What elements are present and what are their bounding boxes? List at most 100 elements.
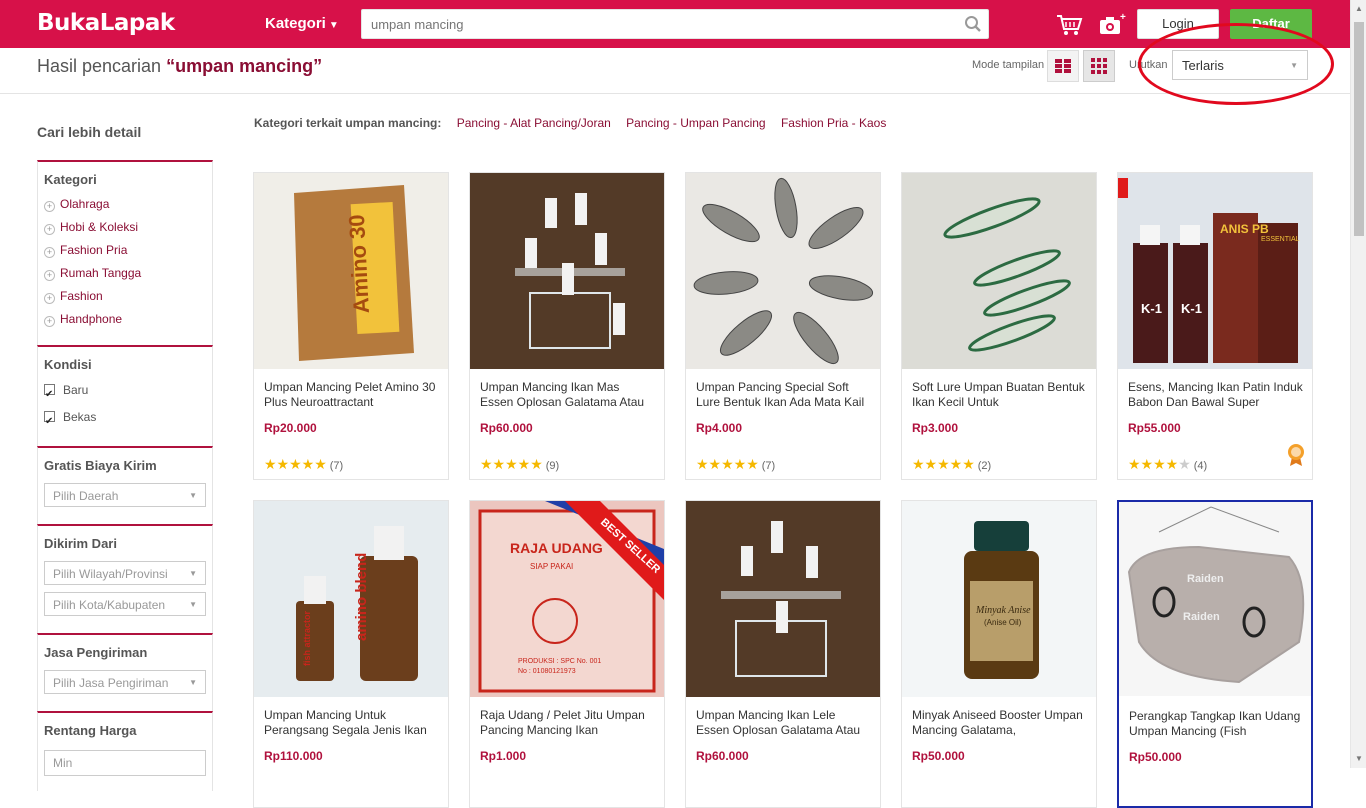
product-image[interactable]: Minyak Anise (Anise Oil) (902, 501, 1096, 697)
watermark-text: Raiden (1187, 573, 1224, 585)
scrollbar-thumb[interactable] (1354, 22, 1364, 236)
chevron-down-icon: ▼ (1290, 61, 1298, 70)
harga-heading: Rentang Harga (44, 723, 137, 738)
kondisi-filter: Kondisi Baru Bekas (37, 345, 213, 446)
review-count: (2) (977, 460, 992, 472)
camera-icon[interactable]: + (1097, 12, 1127, 38)
product-price: Rp4.000 (696, 421, 743, 435)
jasa-heading: Jasa Pengiriman (44, 645, 148, 660)
product-name[interactable]: Umpan Pancing Special Soft Lure Bentuk I… (696, 380, 872, 412)
related-link-kaos[interactable]: Fashion Pria - Kaos (781, 116, 886, 130)
product-name[interactable]: Soft Lure Umpan Buatan Bentuk Ikan Kecil… (912, 380, 1088, 412)
related-link-umpan-pancing[interactable]: Pancing - Umpan Pancing (626, 116, 765, 130)
category-label: Rumah Tangga (60, 266, 142, 280)
login-button[interactable]: Login (1137, 9, 1219, 39)
checkbox-baru[interactable]: Baru (38, 377, 212, 408)
category-label: Handphone (60, 312, 123, 326)
product-name[interactable]: Raja Udang / Pelet Jitu Umpan Pancing Ma… (480, 708, 656, 740)
product-name[interactable]: Esens, Mancing Ikan Patin Induk Babon Da… (1128, 380, 1304, 412)
product-card[interactable]: Umpan Pancing Special Soft Lure Bentuk I… (685, 172, 881, 480)
checkbox-checked-icon[interactable] (44, 408, 55, 435)
search-icon[interactable] (964, 15, 982, 33)
product-image[interactable]: amino blend fish attractor (254, 501, 448, 697)
review-count: (7) (329, 460, 344, 472)
bottle-label: (Anise Oil) (984, 618, 1022, 627)
product-image[interactable]: ANIS PB ESSENTIAL K-1 K-1 (1118, 173, 1312, 369)
category-label: Hobi & Koleksi (60, 220, 139, 234)
jasa-pengiriman-filter: Jasa Pengiriman Pilih Jasa Pengiriman ▼ (37, 633, 213, 711)
sidebar-item-rumah-tangga[interactable]: + Rumah Tangga (38, 262, 212, 285)
list-view-button[interactable] (1047, 50, 1079, 82)
product-price: Rp1.000 (480, 749, 527, 763)
min-price-input[interactable]: Min (44, 750, 206, 776)
product-price: Rp50.000 (912, 749, 965, 763)
sidebar-item-hobi[interactable]: + Hobi & Koleksi (38, 216, 212, 239)
scroll-up-icon[interactable]: ▲ (1355, 4, 1363, 13)
sidebar-item-fashion[interactable]: + Fashion (38, 285, 212, 308)
bukalapak-logo[interactable]: BukaLapak (37, 10, 175, 36)
sort-value: Terlaris (1182, 58, 1224, 73)
product-name[interactable]: Perangkap Tangkap Ikan Udang Umpan Manci… (1129, 709, 1305, 741)
rating-stars: ★★★★★ (7) (264, 456, 344, 472)
page-scrollbar[interactable]: ▲ ▼ (1350, 0, 1366, 768)
product-name[interactable]: Umpan Mancing Ikan Mas Essen Oplosan Gal… (480, 380, 656, 412)
kategori-dropdown[interactable]: Kategori ▼ (265, 15, 339, 32)
kota-select[interactable]: Pilih Kota/Kabupaten ▼ (44, 592, 206, 616)
chevron-down-icon: ▼ (189, 600, 197, 609)
product-card[interactable]: Umpan Mancing Ikan Mas Essen Oplosan Gal… (469, 172, 665, 480)
review-count: (4) (1193, 460, 1208, 472)
plus-icon: + (44, 293, 55, 304)
product-price: Rp55.000 (1128, 421, 1181, 435)
select-value: Pilih Wilayah/Provinsi (53, 567, 168, 581)
product-price: Rp20.000 (264, 421, 317, 435)
product-image[interactable]: RAJA UDANG SIAP PAKAI PRODUKSI : SPC No.… (470, 501, 664, 697)
checkbox-checked-icon[interactable] (44, 381, 55, 408)
search-input[interactable] (362, 10, 942, 38)
grid-view-button[interactable] (1083, 50, 1115, 82)
checkbox-label: Baru (63, 383, 89, 397)
product-card[interactable]: RAJA UDANG SIAP PAKAI PRODUKSI : SPC No.… (469, 500, 665, 808)
shopping-cart-icon[interactable] (1055, 12, 1083, 38)
bottle-label: K-1 (1181, 301, 1202, 316)
product-image[interactable] (470, 173, 664, 369)
product-card[interactable]: Minyak Anise (Anise Oil) Minyak Aniseed … (901, 500, 1097, 808)
product-image[interactable] (902, 173, 1096, 369)
product-card[interactable]: Umpan Mancing Ikan Lele Essen Oplosan Ga… (685, 500, 881, 808)
product-image[interactable] (686, 501, 880, 697)
sort-select[interactable]: Terlaris ▼ (1172, 50, 1308, 80)
product-name[interactable]: Umpan Mancing Untuk Perangsang Segala Je… (264, 708, 440, 740)
sidebar-item-olahraga[interactable]: + Olahraga (38, 193, 212, 216)
product-name[interactable]: Minyak Aniseed Booster Umpan Mancing Gal… (912, 708, 1088, 740)
review-count: (9) (545, 460, 560, 472)
select-value: Pilih Jasa Pengiriman (53, 676, 169, 690)
checkbox-bekas[interactable]: Bekas (38, 404, 212, 435)
bottle-label: K-1 (1141, 301, 1162, 316)
product-card[interactable]: ANIS PB ESSENTIAL K-1 K-1 Esens, Mancing… (1117, 172, 1313, 480)
kategori-label: Kategori (265, 15, 326, 32)
product-card[interactable]: Raiden Raiden Perangkap Tangkap Ikan Uda… (1117, 500, 1313, 808)
package-text: RAJA UDANG (510, 540, 603, 556)
sidebar-item-fashion-pria[interactable]: + Fashion Pria (38, 239, 212, 262)
product-card[interactable]: amino blend fish attractor Umpan Mancing… (253, 500, 449, 808)
related-link-alat-pancing[interactable]: Pancing - Alat Pancing/Joran (457, 116, 611, 130)
product-name[interactable]: Umpan Mancing Ikan Lele Essen Oplosan Ga… (696, 708, 872, 740)
daerah-select[interactable]: Pilih Daerah ▼ (44, 483, 206, 507)
sidebar-item-handphone[interactable]: + Handphone (38, 308, 212, 331)
scroll-down-icon[interactable]: ▼ (1355, 754, 1363, 763)
product-card[interactable]: Soft Lure Umpan Buatan Bentuk Ikan Kecil… (901, 172, 1097, 480)
product-card[interactable]: Amino 30 Umpan Mancing Pelet Amino 30 Pl… (253, 172, 449, 480)
search-box[interactable] (361, 9, 989, 39)
product-image[interactable] (686, 173, 880, 369)
plus-icon: + (44, 247, 55, 258)
product-image[interactable]: Raiden Raiden (1119, 502, 1311, 696)
bottle-label: Minyak Anise (975, 605, 1031, 616)
product-name[interactable]: Umpan Mancing Pelet Amino 30 Plus Neuroa… (264, 380, 440, 412)
product-image[interactable]: Amino 30 (254, 173, 448, 369)
plus-icon: + (44, 201, 55, 212)
chevron-down-icon: ▼ (189, 678, 197, 687)
provinsi-select[interactable]: Pilih Wilayah/Provinsi ▼ (44, 561, 206, 585)
daftar-button[interactable]: Daftar (1230, 9, 1312, 39)
rating-stars: ★★★★★ (4) (1128, 456, 1208, 472)
sort-label: Urutkan (1129, 59, 1168, 71)
jasa-select[interactable]: Pilih Jasa Pengiriman ▼ (44, 670, 206, 694)
